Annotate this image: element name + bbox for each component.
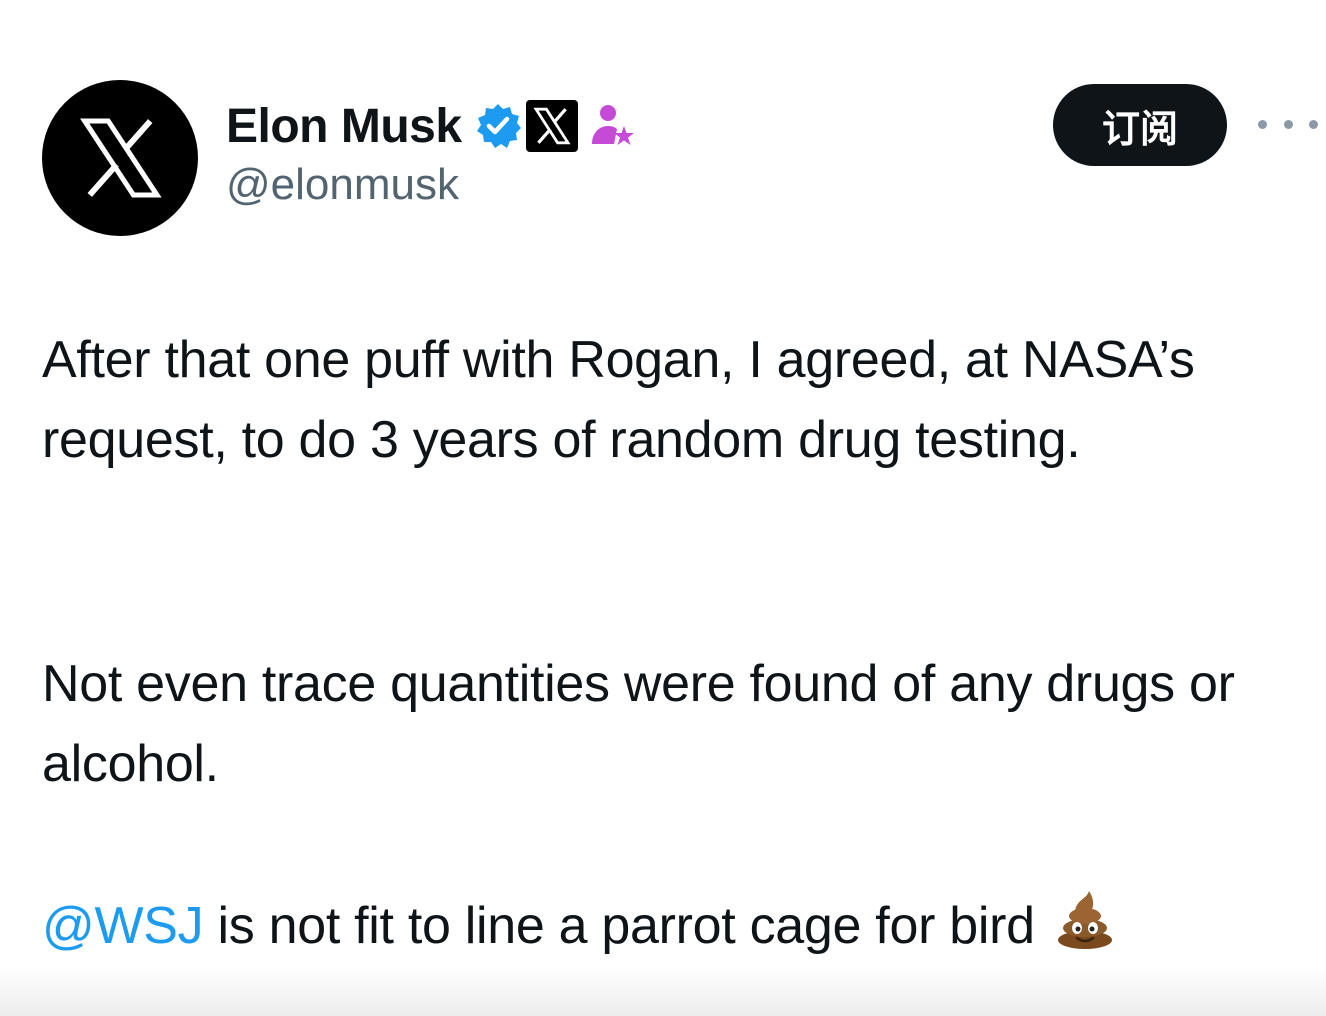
mention-link-wsj[interactable]: @WSJ: [42, 897, 204, 955]
tweet-paragraph-3-text: is not fit to line a parrot cage for bir…: [203, 897, 1036, 955]
author-display-name[interactable]: Elon Musk: [226, 99, 462, 154]
tweet-card: Elon Musk @elonmusk 订阅 After that one pu…: [0, 0, 1326, 1016]
tweet-paragraph-2: Not even trace quantities were found of …: [42, 655, 1235, 793]
tweet-paragraph-3: @WSJ is not fit to line a parrot cage fo…: [42, 886, 1302, 966]
x-logo-icon: [80, 118, 162, 198]
more-options-icon[interactable]: [1258, 104, 1318, 144]
author-name-row: Elon Musk: [226, 98, 636, 154]
avatar[interactable]: [42, 80, 198, 236]
subscription-badge-icon[interactable]: [588, 102, 636, 150]
subscribe-button[interactable]: 订阅: [1053, 84, 1227, 166]
poop-emoji-icon: [1053, 887, 1117, 951]
verified-badge-icon[interactable]: [474, 102, 522, 150]
bottom-fade: [0, 966, 1326, 1016]
x-affiliate-badge-icon[interactable]: [525, 100, 578, 152]
author-handle[interactable]: @elonmusk: [226, 160, 459, 210]
tweet-paragraph-1: After that one puff with Rogan, I agreed…: [42, 331, 1195, 469]
